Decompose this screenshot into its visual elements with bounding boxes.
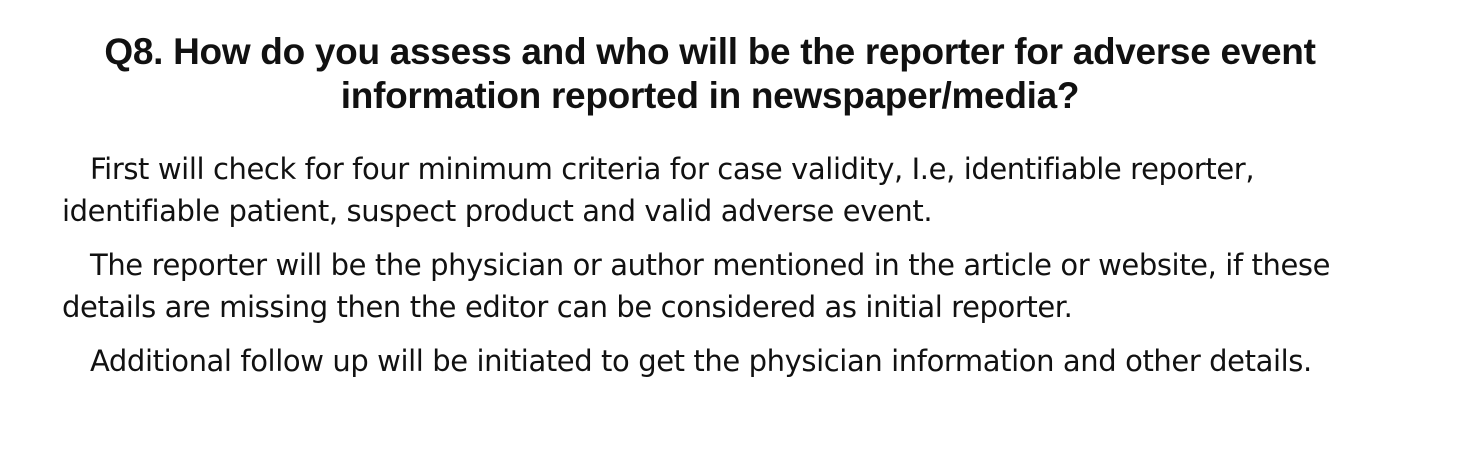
question-text: How do you assess and who will be the re… [173,31,1316,116]
question-title: Q8. How do you assess and who will be the… [62,30,1358,118]
answer-paragraph-follow-up: Additional follow up will be initiated t… [90,344,1312,378]
answer-paragraph-criteria: First will check for four minimum criter… [62,152,1255,228]
answer-body: First will check for four minimum criter… [62,148,1358,382]
slide: Q8. How do you assess and who will be the… [0,0,1468,457]
question-number: Q8. [104,31,164,72]
answer-paragraph-reporter: The reporter will be the physician or au… [62,248,1331,324]
